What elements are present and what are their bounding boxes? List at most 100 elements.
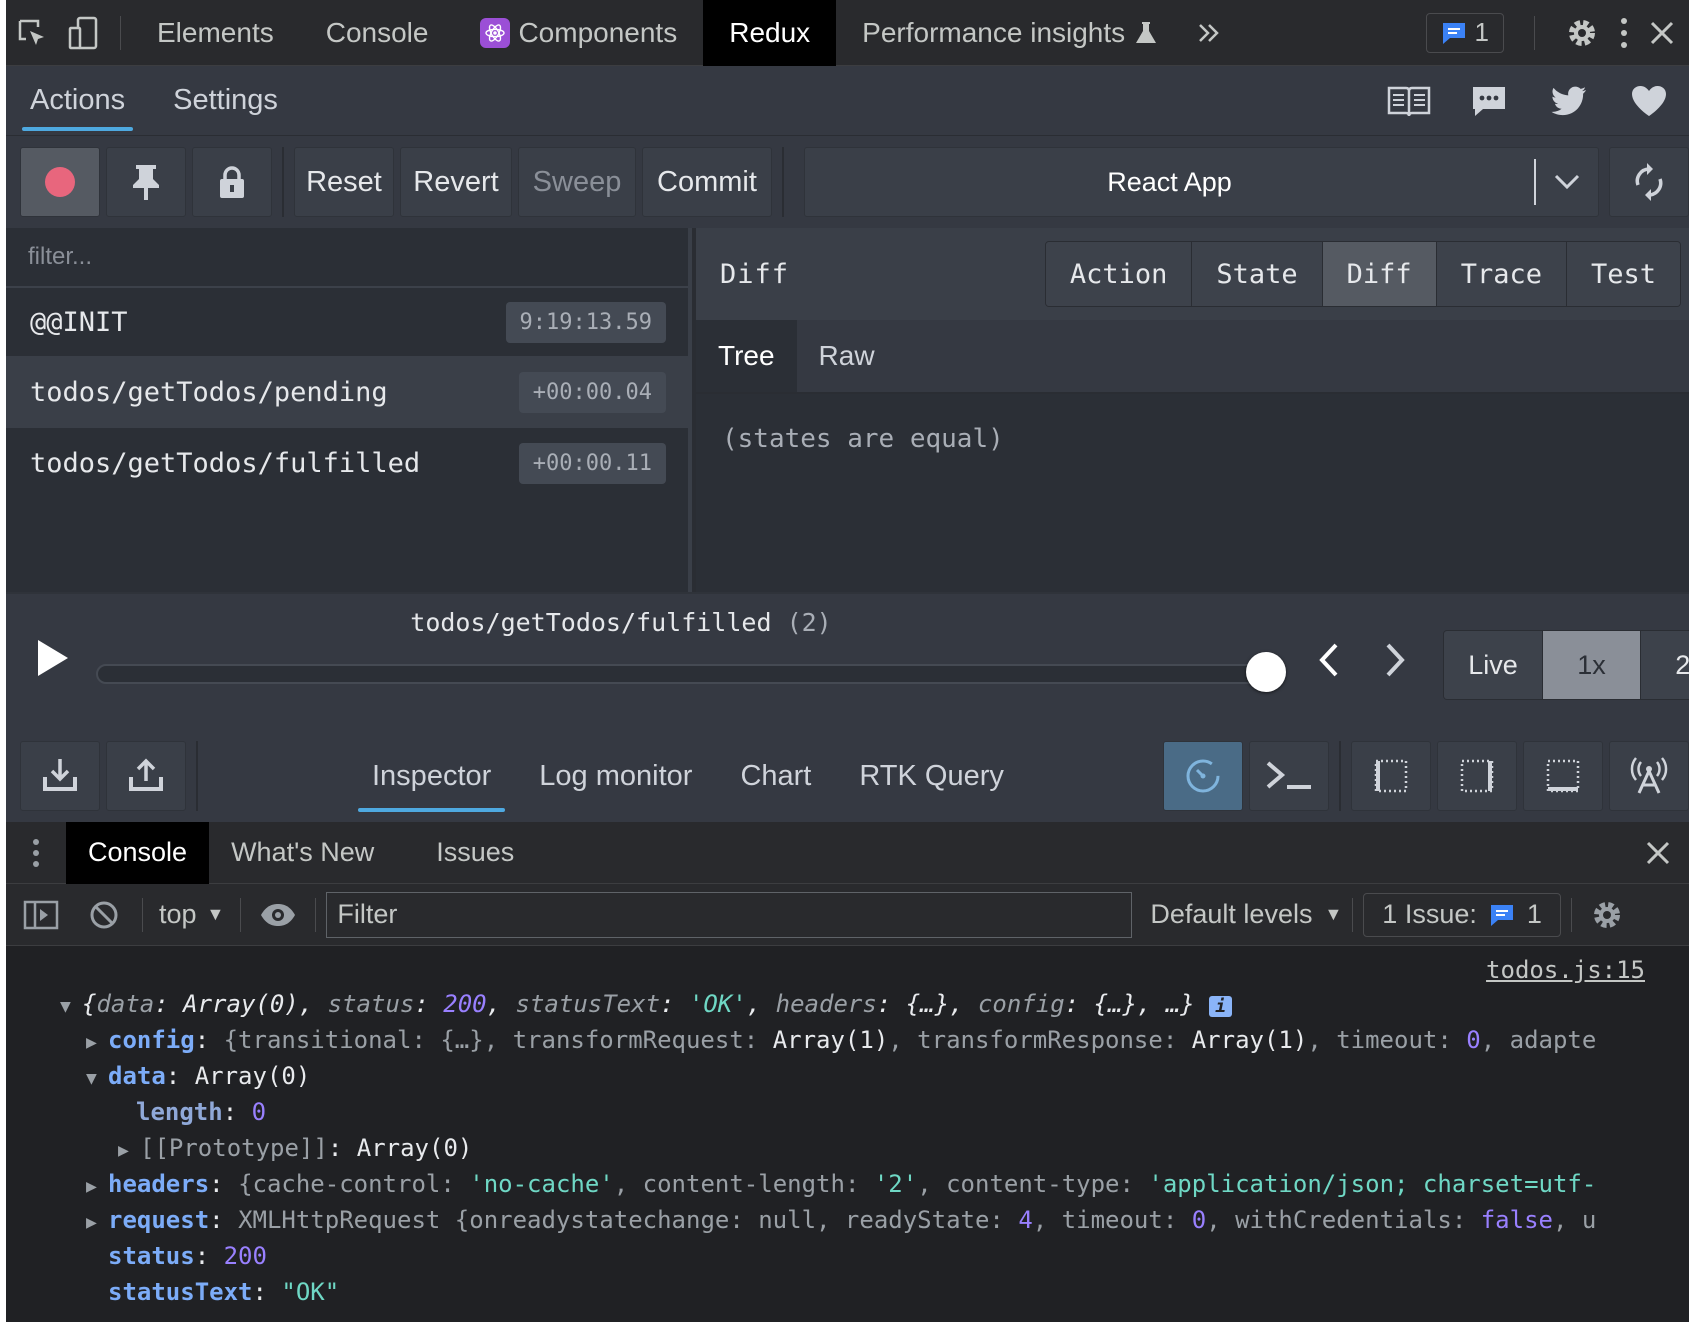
instance-select[interactable]: React App (804, 147, 1599, 217)
prop-value: false (1480, 1206, 1553, 1234)
tab-settings[interactable]: Settings (149, 66, 302, 135)
slider-thumb[interactable] (1246, 652, 1286, 692)
action-name: todos/getTodos/fulfilled (30, 447, 421, 479)
revert-button[interactable]: Revert (400, 147, 512, 217)
context-select[interactable]: top ▼ (153, 899, 230, 930)
upload-icon (129, 758, 163, 791)
import-button[interactable] (20, 741, 100, 811)
sync-icon (1635, 163, 1663, 201)
console-prop-data[interactable]: ▼ data: Array(0) (86, 1062, 310, 1090)
reset-button[interactable]: Reset (294, 147, 394, 217)
summary-brace: { (82, 990, 97, 1018)
dispatcher-button[interactable] (1249, 741, 1329, 811)
docs-book-icon[interactable] (1369, 66, 1449, 135)
pin-button[interactable] (106, 147, 186, 217)
console-filter-input[interactable]: Filter (326, 891, 1133, 938)
summary-value: Array(0) (183, 990, 299, 1018)
tab-action[interactable]: Action (1045, 242, 1192, 306)
drawer-tab-issues[interactable]: Issues (396, 822, 536, 884)
console-object-summary[interactable]: ▼ {data: Array(0), status: 200, statusTex… (60, 990, 1233, 1018)
tab-elements[interactable]: Elements (131, 0, 300, 66)
dock-bottom-button[interactable] (1523, 741, 1603, 811)
prop-value: Array(0) (356, 1134, 473, 1162)
prop-key: data (108, 1062, 166, 1090)
gear-icon[interactable] (1565, 16, 1599, 50)
console-prop-headers[interactable]: ▶ headers: {cache-control: 'no-cache', co… (86, 1170, 1596, 1198)
dock-left-button[interactable] (1351, 741, 1431, 811)
slider-track[interactable] (96, 664, 1286, 684)
separator (1534, 15, 1535, 50)
tab-redux[interactable]: Redux (703, 0, 837, 66)
tab-inspector[interactable]: Inspector (348, 730, 515, 822)
prop-key: [[Prototype]] (140, 1134, 328, 1162)
record-button[interactable] (20, 147, 100, 217)
action-filter-input[interactable]: filter... (6, 228, 688, 288)
dock-right-button[interactable] (1437, 741, 1517, 811)
console-prop-config[interactable]: ▶ config: {transitional: {…}, transformRe… (86, 1026, 1596, 1054)
clear-console-icon[interactable] (76, 900, 132, 930)
twitter-icon[interactable] (1529, 66, 1609, 135)
console-prop-request[interactable]: ▶ request: XMLHttpRequest {onreadystatech… (86, 1206, 1596, 1234)
console-issues-button[interactable]: 1 Issue: 1 (1363, 892, 1561, 937)
console-prop-prototype[interactable]: ▶ [[Prototype]]: Array(0) (118, 1134, 472, 1162)
sweep-button[interactable]: Sweep (518, 147, 636, 217)
speed-2x[interactable]: 2x (1640, 631, 1689, 699)
tab-raw[interactable]: Raw (797, 320, 897, 392)
tab-diff[interactable]: Diff (1321, 242, 1436, 306)
context-label: top (159, 899, 197, 929)
log-levels-label: Default levels (1150, 899, 1313, 929)
flask-icon (1136, 21, 1157, 43)
prop-value: Array(0) (194, 1062, 311, 1090)
prop-value: , withCredentials: (1206, 1206, 1481, 1234)
tab-log-monitor[interactable]: Log monitor (515, 730, 716, 822)
info-icon[interactable]: i (1209, 996, 1233, 1017)
tab-tree[interactable]: Tree (696, 320, 797, 392)
tab-actions[interactable]: Actions (6, 66, 149, 135)
inspect-element-icon[interactable] (6, 0, 58, 66)
tab-components[interactable]: Components (454, 0, 703, 66)
speed-1x[interactable]: 1x (1542, 631, 1640, 699)
log-levels-select[interactable]: Default levels ▼ (1150, 899, 1342, 930)
eye-icon[interactable] (251, 902, 305, 928)
drawer-tab-whats-new[interactable]: What's New (209, 822, 396, 884)
play-button[interactable] (36, 638, 70, 678)
sync-button[interactable] (1609, 147, 1689, 217)
previous-chevron-icon[interactable] (1316, 642, 1340, 678)
sidebar-toggle-icon[interactable] (6, 900, 76, 930)
tab-chart[interactable]: Chart (716, 730, 835, 822)
console-issues-count: 1 (1526, 899, 1542, 929)
tab-state[interactable]: State (1191, 242, 1322, 306)
issues-badge[interactable]: 1 (1425, 12, 1504, 53)
action-row[interactable]: @@INIT 9:19:13.59 (6, 288, 688, 358)
lock-button[interactable] (192, 147, 272, 217)
tab-performance-insights[interactable]: Performance insights (836, 0, 1183, 66)
slider-toggle-button[interactable] (1163, 741, 1243, 811)
separator (196, 741, 198, 811)
console-settings-icon[interactable] (1590, 898, 1624, 932)
heart-icon[interactable] (1609, 66, 1689, 135)
feedback-chat-icon[interactable] (1449, 66, 1529, 135)
tab-trace[interactable]: Trace (1435, 242, 1566, 306)
tab-rtk-query[interactable]: RTK Query (835, 730, 1028, 822)
actions-list-pane: filter... @@INIT 9:19:13.59 todos/getTod… (6, 228, 692, 592)
kebab-menu-icon[interactable] (1619, 17, 1629, 49)
drawer-close-icon[interactable] (1645, 840, 1671, 866)
prop-value: XMLHttpRequest {onreadystatechange: (238, 1206, 759, 1234)
remote-button[interactable] (1609, 741, 1689, 811)
speed-live[interactable]: Live (1444, 631, 1542, 699)
more-tabs-chevron-icon[interactable] (1183, 0, 1235, 66)
source-link[interactable]: todos.js:15 (1486, 956, 1645, 984)
export-button[interactable] (106, 741, 186, 811)
drawer-menu-icon[interactable] (6, 838, 66, 868)
tab-test[interactable]: Test (1565, 242, 1680, 306)
action-row[interactable]: todos/getTodos/pending +00:00.04 (6, 358, 688, 428)
commit-button[interactable]: Commit (642, 147, 772, 217)
device-toolbar-icon[interactable] (58, 0, 110, 66)
drawer-tab-console[interactable]: Console (66, 821, 210, 884)
action-row[interactable]: todos/getTodos/fulfilled +00:00.11 (6, 428, 688, 498)
next-chevron-icon[interactable] (1384, 642, 1408, 678)
chevron-down-icon (1536, 174, 1598, 190)
tab-console[interactable]: Console (300, 0, 455, 66)
close-icon[interactable] (1649, 20, 1675, 46)
prop-value: 200 (223, 1242, 267, 1270)
